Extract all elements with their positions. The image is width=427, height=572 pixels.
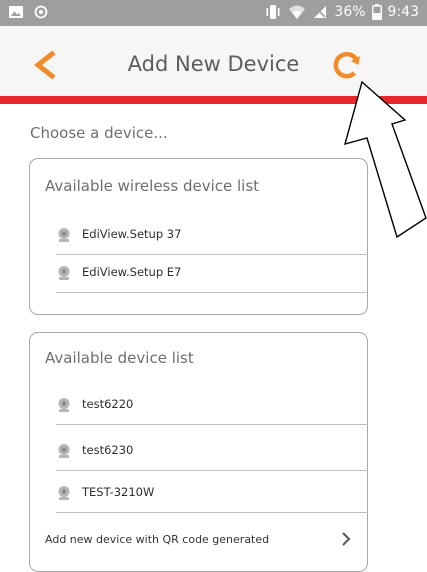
clock: 9:43 bbox=[387, 4, 419, 20]
device-list-card: Available device list test6220 test6230 … bbox=[29, 332, 368, 572]
app-bar: Add New Device bbox=[0, 26, 427, 96]
list-item[interactable]: EdiView.Setup E7 bbox=[56, 265, 368, 309]
camera-icon bbox=[58, 266, 70, 280]
wireless-list-title: Available wireless device list bbox=[45, 177, 260, 195]
camera-icon bbox=[58, 398, 70, 412]
divider bbox=[56, 512, 368, 513]
gallery-notification-icon bbox=[9, 6, 23, 18]
battery-icon bbox=[371, 4, 382, 20]
device-list-title: Available device list bbox=[45, 349, 194, 367]
header-accent-bar bbox=[0, 96, 427, 104]
divider bbox=[56, 292, 368, 293]
divider bbox=[56, 254, 368, 255]
sync-notification-icon bbox=[34, 5, 48, 19]
device-name: test6220 bbox=[82, 397, 134, 411]
battery-percent: 36% bbox=[334, 4, 366, 20]
refresh-icon bbox=[333, 51, 360, 79]
choose-device-prompt: Choose a device... bbox=[30, 124, 168, 142]
wireless-device-card: Available wireless device list EdiView.S… bbox=[29, 158, 368, 315]
camera-icon bbox=[58, 444, 70, 458]
list-item[interactable]: TEST-3210W bbox=[56, 485, 368, 529]
list-item[interactable]: test6220 bbox=[56, 397, 368, 441]
divider bbox=[56, 470, 368, 471]
refresh-button[interactable] bbox=[330, 48, 364, 82]
vibrate-icon bbox=[266, 5, 280, 19]
device-name: EdiView.Setup E7 bbox=[82, 265, 182, 279]
camera-icon bbox=[58, 486, 70, 500]
no-signal-icon bbox=[314, 6, 327, 18]
list-item[interactable]: test6230 bbox=[56, 443, 368, 487]
wifi-icon bbox=[289, 5, 306, 19]
camera-icon bbox=[58, 228, 70, 242]
status-bar: 36% 9:43 bbox=[0, 0, 427, 26]
divider bbox=[56, 424, 368, 425]
chevron-right-icon[interactable] bbox=[340, 531, 352, 547]
device-name: TEST-3210W bbox=[82, 485, 155, 499]
device-name: EdiView.Setup 37 bbox=[82, 227, 182, 241]
device-name: test6230 bbox=[82, 443, 134, 457]
add-qr-device-button[interactable]: Add new device with QR code generated bbox=[45, 533, 269, 546]
